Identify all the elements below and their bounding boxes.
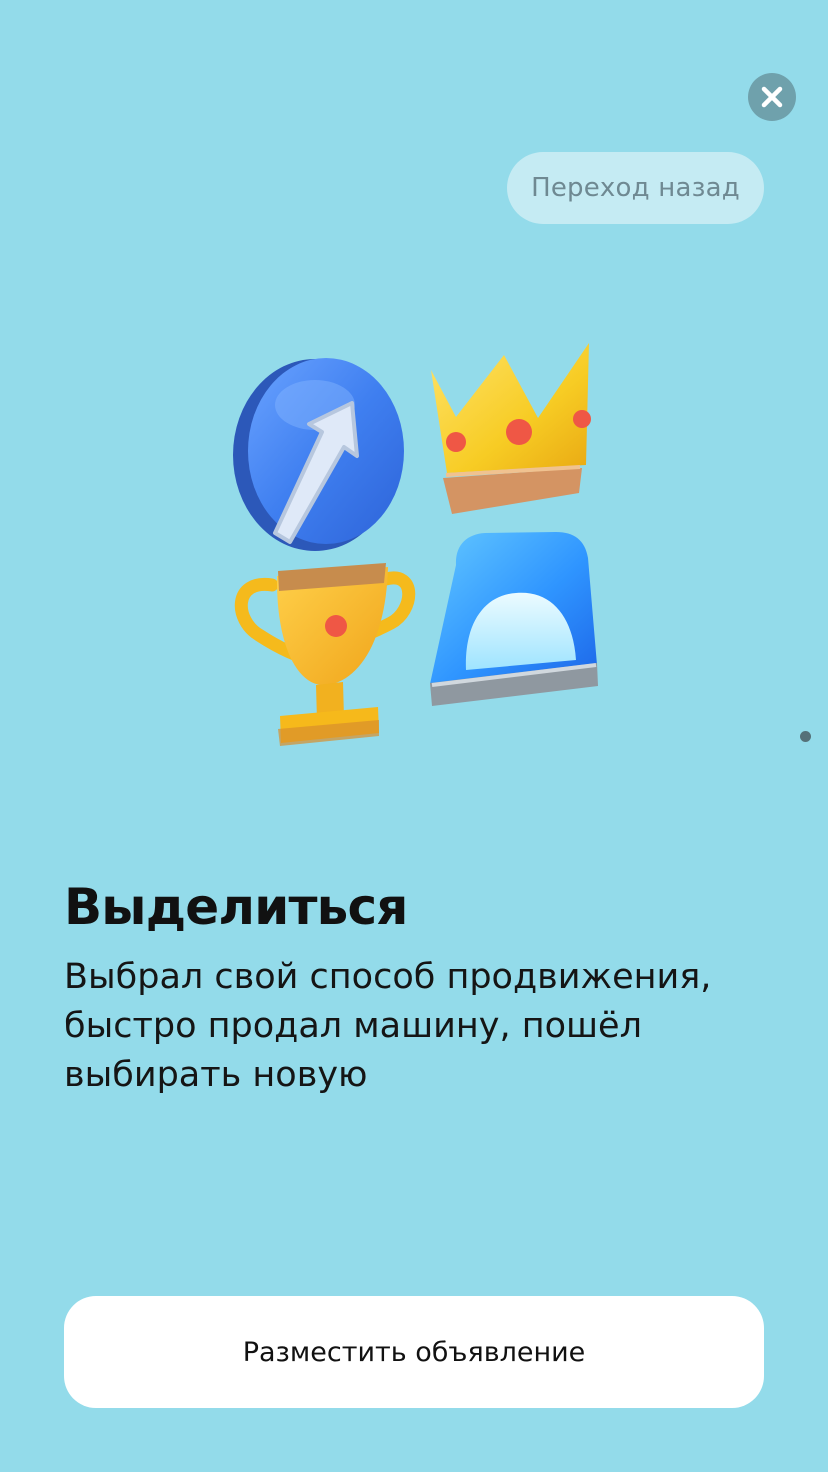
- crown-icon: [431, 343, 591, 514]
- back-button[interactable]: Переход назад: [507, 152, 764, 224]
- close-icon: [761, 86, 783, 108]
- trophy-icon: [234, 563, 416, 746]
- back-button-label: Переход назад: [531, 173, 740, 203]
- page-indicator-dot: [800, 731, 811, 742]
- place-ad-button-label: Разместить объявление: [242, 1336, 586, 1368]
- screen-title: Выделиться: [64, 878, 408, 936]
- screen-description: Выбрал свой способ продвижения, быстро п…: [64, 957, 712, 1095]
- siren-icon: [430, 532, 598, 706]
- onboarding-screen: Переход назад Выделиться Выбрал свой спо…: [0, 0, 828, 1472]
- close-button[interactable]: [748, 73, 796, 121]
- promotion-illustration: [233, 343, 598, 746]
- arrow-up-right-icon: [233, 358, 404, 551]
- place-ad-button[interactable]: Разместить объявление: [64, 1296, 764, 1408]
